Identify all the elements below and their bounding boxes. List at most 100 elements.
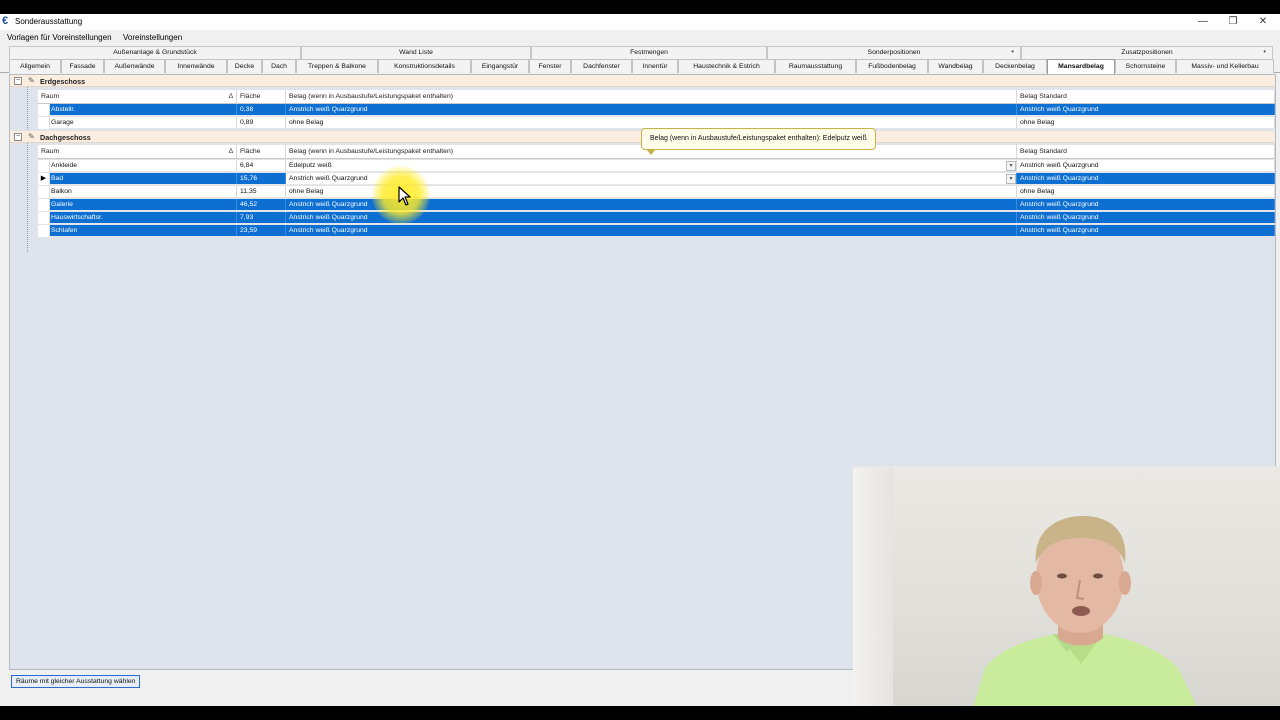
- cell-belag[interactable]: Anstrich weiß Quarzgrund: [286, 225, 1017, 236]
- tab-dachfenster[interactable]: Dachfenster: [571, 59, 632, 73]
- tab-aussenanlage[interactable]: Außenanlage & Grundstück: [9, 46, 301, 59]
- tab-row-main: Allgemein Fassade Außenwände Innenwände …: [0, 59, 1280, 74]
- tab-innenwaende[interactable]: Innenwände: [165, 59, 227, 73]
- tab-decke[interactable]: Decke: [227, 59, 262, 73]
- chevron-down-icon[interactable]: ▾: [1006, 174, 1016, 184]
- cell-flaeche: 23,59: [237, 225, 286, 236]
- tab-treppen-balkone[interactable]: Treppen & Balkone: [296, 59, 378, 73]
- cell-raum: Hauswirtschaftsr.: [48, 212, 237, 223]
- column-header-raum[interactable]: Raum ∆: [38, 145, 237, 158]
- tab-mansardbelag[interactable]: Mansardbelag: [1047, 59, 1115, 74]
- cell-raum: Abstellr.: [48, 104, 237, 115]
- header-label: Raum: [41, 93, 60, 100]
- tab-haustechnik-estrich[interactable]: Haustechnik & Estrich: [678, 59, 775, 73]
- tab-label: Wand Liste: [399, 49, 433, 56]
- cell-tooltip: Belag (wenn in Ausbaustufe/Leistungspake…: [641, 128, 876, 155]
- pin-icon[interactable]: •: [1263, 46, 1266, 58]
- cell-standard: Anstrich weiß Quarzgrund: [1017, 212, 1275, 223]
- tab-label: Zusatzpositionen: [1121, 49, 1173, 56]
- column-header-raum[interactable]: Raum ∆: [38, 90, 237, 103]
- group-label: Dachgeschoss: [40, 133, 91, 142]
- column-header-row: Raum ∆ Fläche Belag (wenn in Ausbaustufe/…: [38, 90, 1275, 104]
- table-row[interactable]: ▶ Bad 15,76 Anstrich weiß Quarzgrund ▾ A…: [38, 173, 1275, 185]
- tab-deckenbelag[interactable]: Deckenbelag: [983, 59, 1047, 73]
- application-window: € Sonderausstattung — ❐ ✕ Vorlagen für V…: [0, 14, 1280, 706]
- table-row[interactable]: Balkon 11,35 ohne Belag ohne Belag: [38, 186, 1275, 198]
- title-bar: € Sonderausstattung — ❐ ✕: [0, 14, 1280, 30]
- app-logo-icon: €: [2, 15, 9, 27]
- tab-innentuer[interactable]: Innentür: [632, 59, 678, 73]
- cell-standard: Anstrich weiß Quarzgrund: [1017, 173, 1275, 184]
- minimize-button[interactable]: —: [1196, 15, 1210, 28]
- column-header-belag[interactable]: Belag (wenn in Ausbaustufe/Leistungspake…: [286, 90, 1017, 103]
- tree-connector: [27, 142, 28, 252]
- tab-zusatzpositionen[interactable]: Zusatzpositionen •: [1021, 46, 1273, 59]
- tab-label: Festmengen: [630, 49, 668, 56]
- tab-aussenwaende[interactable]: Außenwände: [104, 59, 165, 73]
- cell-standard: Anstrich weiß Quarzgrund: [1017, 199, 1275, 210]
- tab-fenster[interactable]: Fenster: [529, 59, 571, 73]
- tab-label: Sonderpositionen: [867, 49, 921, 56]
- cell-raum: Balkon: [48, 186, 237, 197]
- cell-raum: Ankleide: [48, 160, 237, 171]
- tooltip-text: Belag (wenn in Ausbaustufe/Leistungspake…: [650, 135, 867, 142]
- pin-icon[interactable]: •: [1011, 46, 1014, 58]
- tab-konstruktionsdetails[interactable]: Konstruktionsdetails: [378, 59, 471, 73]
- sort-ascending-icon: ∆: [228, 148, 233, 155]
- tab-label: Außenanlage & Grundstück: [113, 49, 197, 56]
- cell-flaeche: 0,38: [237, 104, 286, 115]
- column-header-standard[interactable]: Belag Standard: [1017, 90, 1275, 103]
- table-row[interactable]: Abstellr. 0,38 Anstrich weiß Quarzgrund …: [38, 104, 1275, 116]
- cell-standard: ohne Belag: [1017, 117, 1275, 128]
- group-row-erdgeschoss[interactable]: − ✎ Erdgeschoss: [10, 75, 1275, 87]
- webcam-video-overlay: [853, 466, 1280, 706]
- pencil-icon[interactable]: ✎: [28, 132, 35, 141]
- presenter-figure: [973, 516, 1197, 706]
- menu-voreinstellungen[interactable]: Voreinstellungen: [123, 33, 182, 42]
- table-row[interactable]: Galerie 46,52 Anstrich weiß Quarzgrund A…: [38, 199, 1275, 211]
- tab-massiv-kellerbau[interactable]: Massiv- und Kellerbau: [1176, 59, 1274, 73]
- tooltip-pointer: [646, 149, 656, 155]
- tab-raumausstattung[interactable]: Raumausstattung: [775, 59, 856, 73]
- cell-raum: Garage: [48, 117, 237, 128]
- tab-schornsteine[interactable]: Schornsteine: [1115, 59, 1176, 73]
- cell-flaeche: 7,93: [237, 212, 286, 223]
- cell-standard: ohne Belag: [1017, 186, 1275, 197]
- collapse-icon[interactable]: −: [14, 77, 22, 85]
- cell-flaeche: 6,84: [237, 160, 286, 171]
- close-button[interactable]: ✕: [1256, 15, 1270, 28]
- group-label: Erdgeschoss: [40, 77, 86, 86]
- pencil-icon[interactable]: ✎: [28, 76, 35, 85]
- tab-wand-liste[interactable]: Wand Liste: [301, 46, 531, 59]
- menu-vorlagen[interactable]: Vorlagen für Voreinstellungen: [7, 33, 112, 42]
- column-header-flaeche[interactable]: Fläche: [237, 145, 286, 158]
- column-header-standard[interactable]: Belag Standard: [1017, 145, 1275, 158]
- header-label: Raum: [41, 148, 60, 155]
- tab-fassade[interactable]: Fassade: [61, 59, 104, 73]
- menu-bar: Vorlagen für Voreinstellungen Voreinstel…: [0, 30, 1280, 45]
- table-row[interactable]: Ankleide 6,84 Edelputz weiß ▾ Anstrich w…: [38, 160, 1275, 172]
- table-row[interactable]: Schlafen 23,59 Anstrich weiß Quarzgrund …: [38, 225, 1275, 237]
- cell-flaeche: 11,35: [237, 186, 286, 197]
- tab-row-top: Außenanlage & Grundstück Wand Liste Fest…: [0, 46, 1280, 59]
- select-same-equipment-button[interactable]: Räume mit gleicher Ausstattung wählen: [11, 675, 141, 688]
- mouse-cursor-icon: [398, 186, 411, 206]
- cell-standard: Anstrich weiß Quarzgrund: [1017, 104, 1275, 115]
- tab-wandbelag[interactable]: Wandbelag: [928, 59, 983, 73]
- collapse-icon[interactable]: −: [14, 133, 22, 141]
- table-row[interactable]: Hauswirtschaftsr. 7,93 Anstrich weiß Qua…: [38, 212, 1275, 224]
- cell-raum: Bad: [48, 173, 237, 184]
- tab-fussbodenbelag[interactable]: Fußbodenbelag: [856, 59, 928, 73]
- tab-eingangstuer[interactable]: Eingangstür: [471, 59, 529, 73]
- restore-button[interactable]: ❐: [1226, 15, 1240, 28]
- tab-sonderpositionen[interactable]: Sonderpositionen •: [767, 46, 1021, 59]
- cell-flaeche: 15,76: [237, 173, 286, 184]
- cell-flaeche: 46,52: [237, 199, 286, 210]
- cell-belag[interactable]: ohne Belag: [286, 117, 1017, 128]
- column-header-flaeche[interactable]: Fläche: [237, 90, 286, 103]
- tab-dach[interactable]: Dach: [262, 59, 296, 73]
- tab-allgemein[interactable]: Allgemein: [9, 59, 61, 73]
- cell-belag[interactable]: Anstrich weiß Quarzgrund: [286, 104, 1017, 115]
- chevron-down-icon[interactable]: ▾: [1006, 161, 1016, 171]
- tab-festmengen[interactable]: Festmengen: [531, 46, 767, 59]
